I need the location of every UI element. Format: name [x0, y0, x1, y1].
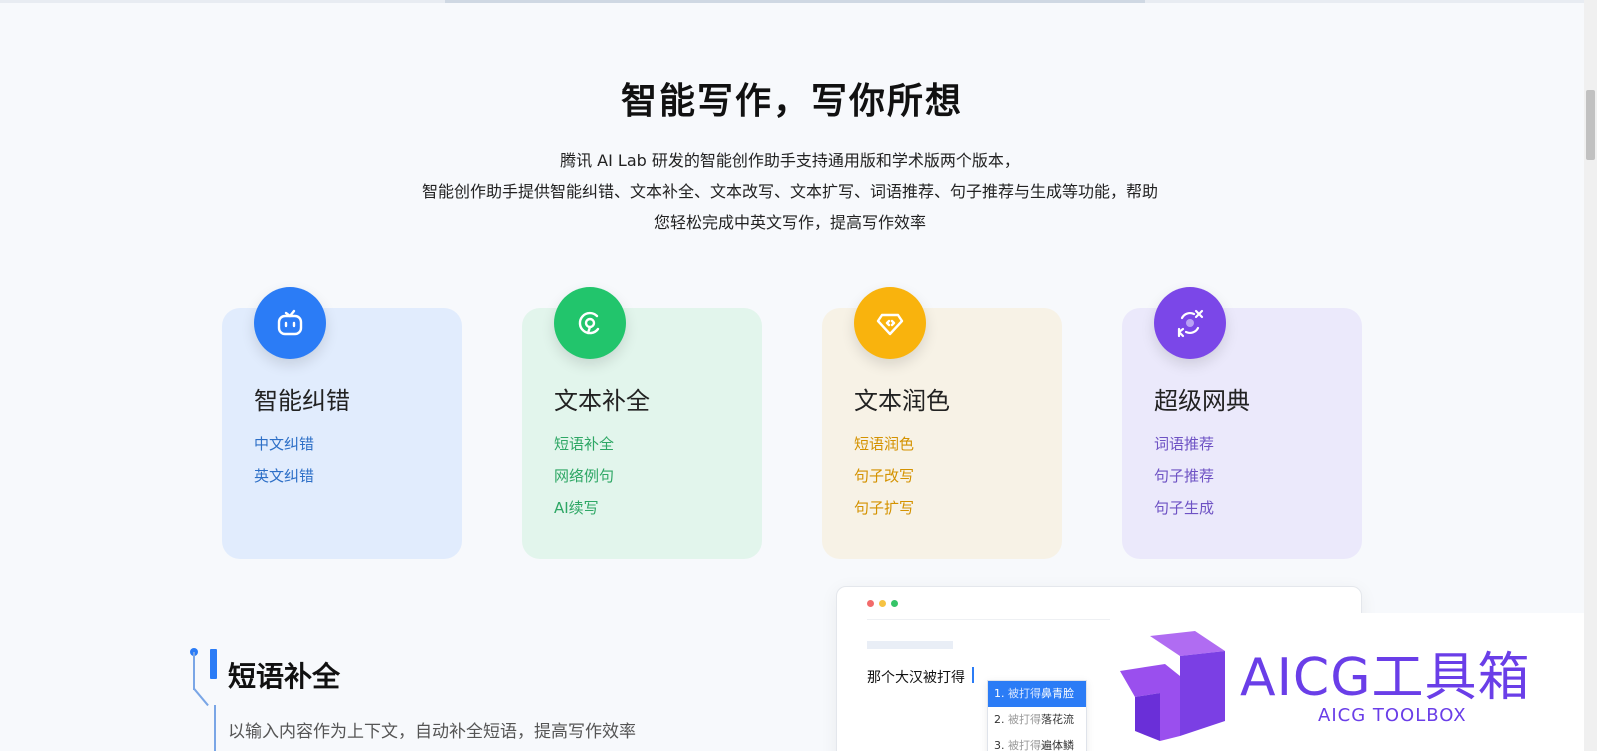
link-sentence-rewrite[interactable]: 句子改写 [854, 460, 914, 492]
window-maximize-dot [891, 600, 898, 607]
suggestion-number: 1. [994, 687, 1005, 700]
suggestion-prefix: 被打得 [1008, 687, 1041, 700]
feature-title: 文本补全 [554, 387, 650, 415]
scrollbar-thumb[interactable] [1586, 90, 1595, 160]
top-border-segment [445, 0, 1145, 3]
suggestion-text: 落花流 [1041, 713, 1074, 726]
desc-line-1: 腾讯 AI Lab 研发的智能创作助手支持通用版和学术版两个版本， [560, 151, 1020, 170]
watermark-brand: AICG工具箱 [1240, 648, 1531, 708]
placeholder-bar [867, 641, 953, 649]
watermark-subtitle: AICG TOOLBOX [1318, 705, 1467, 726]
connector-line [193, 652, 195, 690]
suggestion-item[interactable]: 3. 被打得遍体鳞 [988, 733, 1086, 751]
connector-line-diagonal [193, 687, 209, 707]
refresh-cycle-icon [554, 287, 626, 359]
link-sentence-expand[interactable]: 句子扩写 [854, 492, 914, 524]
link-chinese-correction[interactable]: 中文纠错 [254, 428, 314, 460]
window-controls [867, 600, 898, 607]
page-description: 腾讯 AI Lab 研发的智能创作助手支持通用版和学术版两个版本， 智能创作助手… [340, 145, 1240, 238]
suggestion-number: 3. [994, 739, 1005, 751]
link-english-correction[interactable]: 英文纠错 [254, 460, 314, 492]
suggestion-number: 2. [994, 713, 1005, 726]
feature-title: 超级网典 [1154, 387, 1250, 415]
suggestion-prefix: 被打得 [1008, 739, 1041, 751]
feature-card-completion: 文本补全 短语补全 网络例句 AI续写 [522, 287, 762, 559]
feature-title: 文本润色 [854, 387, 950, 415]
link-word-recommend[interactable]: 词语推荐 [1154, 428, 1214, 460]
link-ai-continue[interactable]: AI续写 [554, 492, 614, 524]
suggestion-prefix: 被打得 [1008, 713, 1041, 726]
window-close-dot [867, 600, 874, 607]
top-border [0, 0, 1584, 3]
feature-card-polish: 文本润色 短语润色 句子改写 句子扩写 [822, 287, 1062, 559]
suggestion-dropdown: 1. 被打得鼻青脸 2. 被打得落花流 3. 被打得遍体鳞 [987, 680, 1087, 751]
robot-face-icon [254, 287, 326, 359]
feature-card-correction: 智能纠错 中文纠错 英文纠错 [222, 287, 462, 559]
watermark-overlay: AICG工具箱 AICG TOOLBOX [1110, 613, 1584, 751]
connector-line-lower [214, 705, 216, 751]
text-caret [972, 667, 974, 683]
feature-title: 智能纠错 [254, 387, 350, 415]
suggestion-item[interactable]: 1. 被打得鼻青脸 [988, 681, 1086, 707]
editor-input-text[interactable]: 那个大汉被打得 [867, 667, 965, 687]
vertical-scrollbar[interactable] [1584, 0, 1597, 751]
link-web-examples[interactable]: 网络例句 [554, 460, 614, 492]
suggestion-text: 遍体鳞 [1041, 739, 1074, 751]
desc-line-3: 您轻松完成中英文写作，提高写作效率 [653, 213, 926, 232]
suggestion-text: 鼻青脸 [1041, 687, 1074, 700]
window-minimize-dot [879, 600, 886, 607]
link-sentence-generate[interactable]: 句子生成 [1154, 492, 1214, 524]
section-accent-bar [210, 649, 217, 679]
feature-card-dictionary: 超级网典 词语推荐 句子推荐 句子生成 [1122, 287, 1362, 559]
link-sentence-recommend[interactable]: 句子推荐 [1154, 460, 1214, 492]
section-title: 短语补全 [228, 660, 341, 693]
section-description: 以输入内容作为上下文，自动补全短语，提高写作效率 [228, 722, 636, 742]
link-phrase-polish[interactable]: 短语润色 [854, 428, 914, 460]
gem-code-icon [854, 287, 926, 359]
page-title: 智能写作，写你所想 [620, 81, 963, 122]
link-phrase-completion[interactable]: 短语补全 [554, 428, 614, 460]
translate-arrows-icon [1154, 287, 1226, 359]
aicg-logo-icon [1120, 631, 1225, 741]
desc-line-2: 智能创作助手提供智能纠错、文本补全、文本改写、文本扩写、词语推荐、句子推荐与生成… [421, 182, 1158, 201]
suggestion-item[interactable]: 2. 被打得落花流 [988, 707, 1086, 733]
